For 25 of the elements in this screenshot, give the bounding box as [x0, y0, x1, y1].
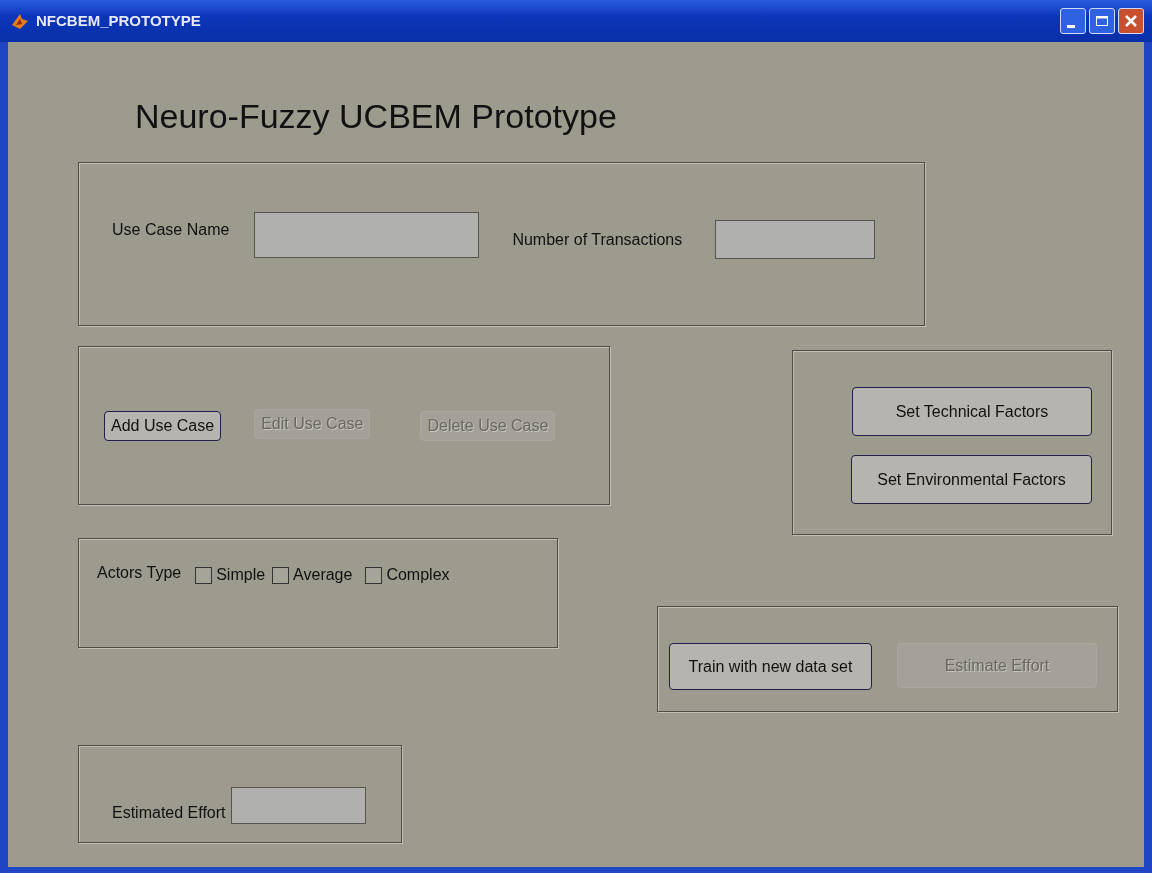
input-field[interactable] — [715, 220, 876, 259]
checkbox-label: Simple — [216, 565, 266, 585]
checkbox[interactable] — [272, 566, 290, 584]
button[interactable]: Train with new data set — [669, 643, 872, 690]
maximize-button[interactable] — [1089, 8, 1115, 34]
close-icon — [1124, 14, 1138, 28]
checkbox[interactable] — [195, 566, 213, 584]
minimize-button[interactable] — [1060, 8, 1086, 34]
input-field[interactable] — [230, 787, 366, 824]
checkbox[interactable] — [365, 566, 383, 584]
button[interactable]: Set Technical Factors — [852, 387, 1092, 436]
field-label: Use Case Name — [112, 220, 230, 240]
button[interactable]: Set Environmental Factors — [851, 455, 1092, 504]
minimize-icon — [1067, 24, 1075, 28]
maximize-icon — [1095, 14, 1109, 28]
checkbox-label: Complex — [386, 565, 450, 585]
close-button[interactable] — [1118, 8, 1144, 34]
actors-type-label: Actors Type — [97, 563, 182, 583]
field-label: Number of Transactions — [512, 230, 683, 250]
field-label: Estimated Effort — [112, 803, 226, 823]
app-heading: Neuro-Fuzzy UCBEM Prototype — [135, 96, 618, 137]
checkbox-label: Average — [293, 565, 353, 585]
button[interactable]: Add Use Case — [104, 411, 222, 441]
window-title: NFCBEM_PROTOTYPE — [36, 10, 201, 31]
input-field[interactable] — [254, 212, 480, 258]
